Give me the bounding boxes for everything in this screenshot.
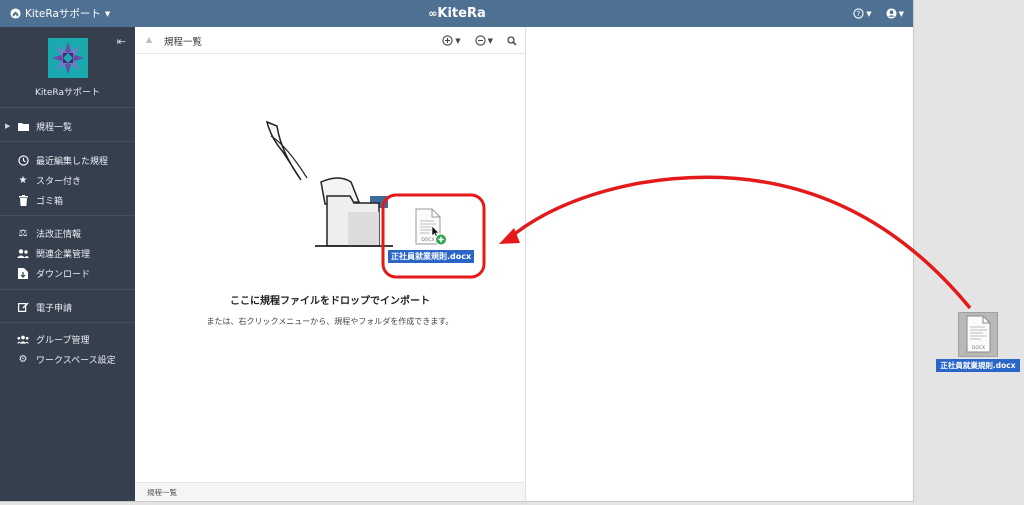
footer-label: 規程一覧 — [147, 488, 177, 497]
sidebar-item-label: 最近編集した規程 — [36, 156, 109, 167]
folder-icon — [17, 122, 29, 131]
sidebar-item-recent[interactable]: 最近編集した規程 — [0, 150, 135, 170]
search-button[interactable] — [507, 35, 517, 46]
sidebar-item-related-companies[interactable]: 関連企業管理 — [0, 243, 135, 263]
sidebar-item-workspace-settings[interactable]: ⚙ ワークスペース設定 — [0, 349, 135, 369]
sidebar-item-label: ダウンロード — [36, 269, 91, 280]
divider — [0, 141, 135, 142]
user-circle-icon — [886, 8, 897, 19]
sidebar-item-label: ゴミ箱 — [36, 196, 64, 207]
document-icon: DOCX — [958, 312, 998, 357]
divider — [0, 107, 135, 108]
scale-icon: ⚖ — [18, 227, 28, 239]
sidebar-item-label: スター付き — [36, 176, 82, 187]
users-icon — [17, 248, 29, 258]
sidebar-item-group-management[interactable]: グループ管理 — [0, 329, 135, 349]
sidebar-item-label: 規程一覧 — [36, 122, 73, 133]
plus-circle-icon — [442, 35, 453, 46]
clock-icon — [17, 154, 29, 166]
file-extension-label: DOCX — [421, 237, 434, 243]
minus-circle-icon — [474, 35, 486, 46]
search-icon — [507, 35, 517, 46]
sidebar-item-download[interactable]: ダウンロード — [0, 263, 135, 283]
svg-text:?: ? — [857, 10, 861, 18]
panel-header: ▲ 規程一覧 ▼ ▼ — [135, 27, 525, 54]
remove-menu-button[interactable]: ▼ — [474, 35, 493, 46]
workspace-switcher-label: KiteRaサポート — [25, 8, 101, 20]
brand-name: KiteRa — [437, 6, 486, 21]
link-icon: ∞ — [428, 7, 438, 20]
add-menu-button[interactable]: ▼ — [442, 35, 461, 46]
regulation-list-panel: ▲ 規程一覧 ▼ ▼ — [135, 27, 525, 501]
trash-icon — [17, 194, 29, 206]
arrow-up-icon[interactable]: ▲ — [146, 35, 152, 44]
edit-icon — [17, 302, 29, 312]
chevron-down-icon: ▼ — [487, 36, 493, 45]
sidebar-item-regulations[interactable]: ▶ 規程一覧 — [0, 116, 135, 136]
sidebar-item-label: 電子申請 — [36, 303, 73, 314]
panel-divider — [525, 27, 526, 501]
panel-title: 規程一覧 — [164, 36, 203, 48]
dropzone-title: ここに規程ファイルをドロップでインポート — [230, 296, 430, 307]
app-window: KiteRaサポート ▼ ∞ KiteRa ? ▼ ▼ ⇤ KiteRaサポート… — [0, 0, 914, 502]
status-footer: 規程一覧 — [135, 482, 525, 501]
group-icon — [17, 335, 29, 344]
sidebar-item-trash[interactable]: ゴミ箱 — [0, 190, 135, 210]
home-icon — [10, 8, 21, 19]
help-button[interactable]: ? ▼ — [853, 8, 872, 19]
star-icon: ★ — [18, 174, 28, 186]
download-icon — [17, 267, 29, 279]
sidebar-item-label: ワークスペース設定 — [36, 355, 116, 366]
chevron-down-icon: ▼ — [866, 9, 872, 18]
workspace-switcher[interactable]: KiteRaサポート ▼ — [10, 0, 110, 27]
user-menu-button[interactable]: ▼ — [886, 8, 904, 19]
sidebar-item-label: グループ管理 — [36, 335, 90, 346]
divider — [0, 215, 135, 216]
desktop-file[interactable]: DOCX 正社員就業規則.docx — [936, 312, 1020, 372]
sidebar-item-e-application[interactable]: 電子申請 — [0, 297, 135, 317]
desktop-file-name: 正社員就業規則.docx — [936, 359, 1020, 372]
collapse-sidebar-icon[interactable]: ⇤ — [117, 35, 126, 48]
file-extension-label: DOCX — [972, 345, 985, 351]
sidebar-item-law-updates[interactable]: ⚖ 法改正情報 — [0, 223, 135, 243]
sidebar: ⇤ KiteRaサポート ▶ 規程一覧 最近編集した規程 ★ スター付き ゴミ箱… — [0, 27, 135, 501]
divider — [0, 322, 135, 323]
chevron-right-icon: ▶ — [5, 122, 11, 130]
chevron-down-icon: ▼ — [104, 9, 111, 18]
sidebar-item-label: 法改正情報 — [36, 229, 82, 240]
workspace-name: KiteRaサポート — [34, 88, 101, 98]
divider — [0, 289, 135, 290]
brand-logo: ∞ KiteRa — [0, 0, 913, 27]
dragged-file: DOCX 正社員就業規則.docx — [388, 208, 475, 264]
chevron-down-icon: ▼ — [455, 36, 461, 45]
dropzone-subtitle: または、右クリックメニューから、規程やフォルダを作成できます。 — [206, 317, 454, 326]
sidebar-item-label: 関連企業管理 — [36, 249, 91, 260]
dragged-file-name: 正社員就業規則.docx — [388, 250, 475, 263]
document-icon: DOCX — [415, 208, 447, 246]
drop-illustration — [265, 120, 393, 247]
question-circle-icon: ? — [853, 8, 864, 19]
sidebar-item-starred[interactable]: ★ スター付き — [0, 170, 135, 190]
chevron-down-icon: ▼ — [898, 9, 904, 18]
workspace-logo — [48, 38, 88, 78]
top-bar: KiteRaサポート ▼ ∞ KiteRa ? ▼ ▼ — [0, 0, 913, 27]
gear-icon: ⚙ — [18, 353, 28, 365]
